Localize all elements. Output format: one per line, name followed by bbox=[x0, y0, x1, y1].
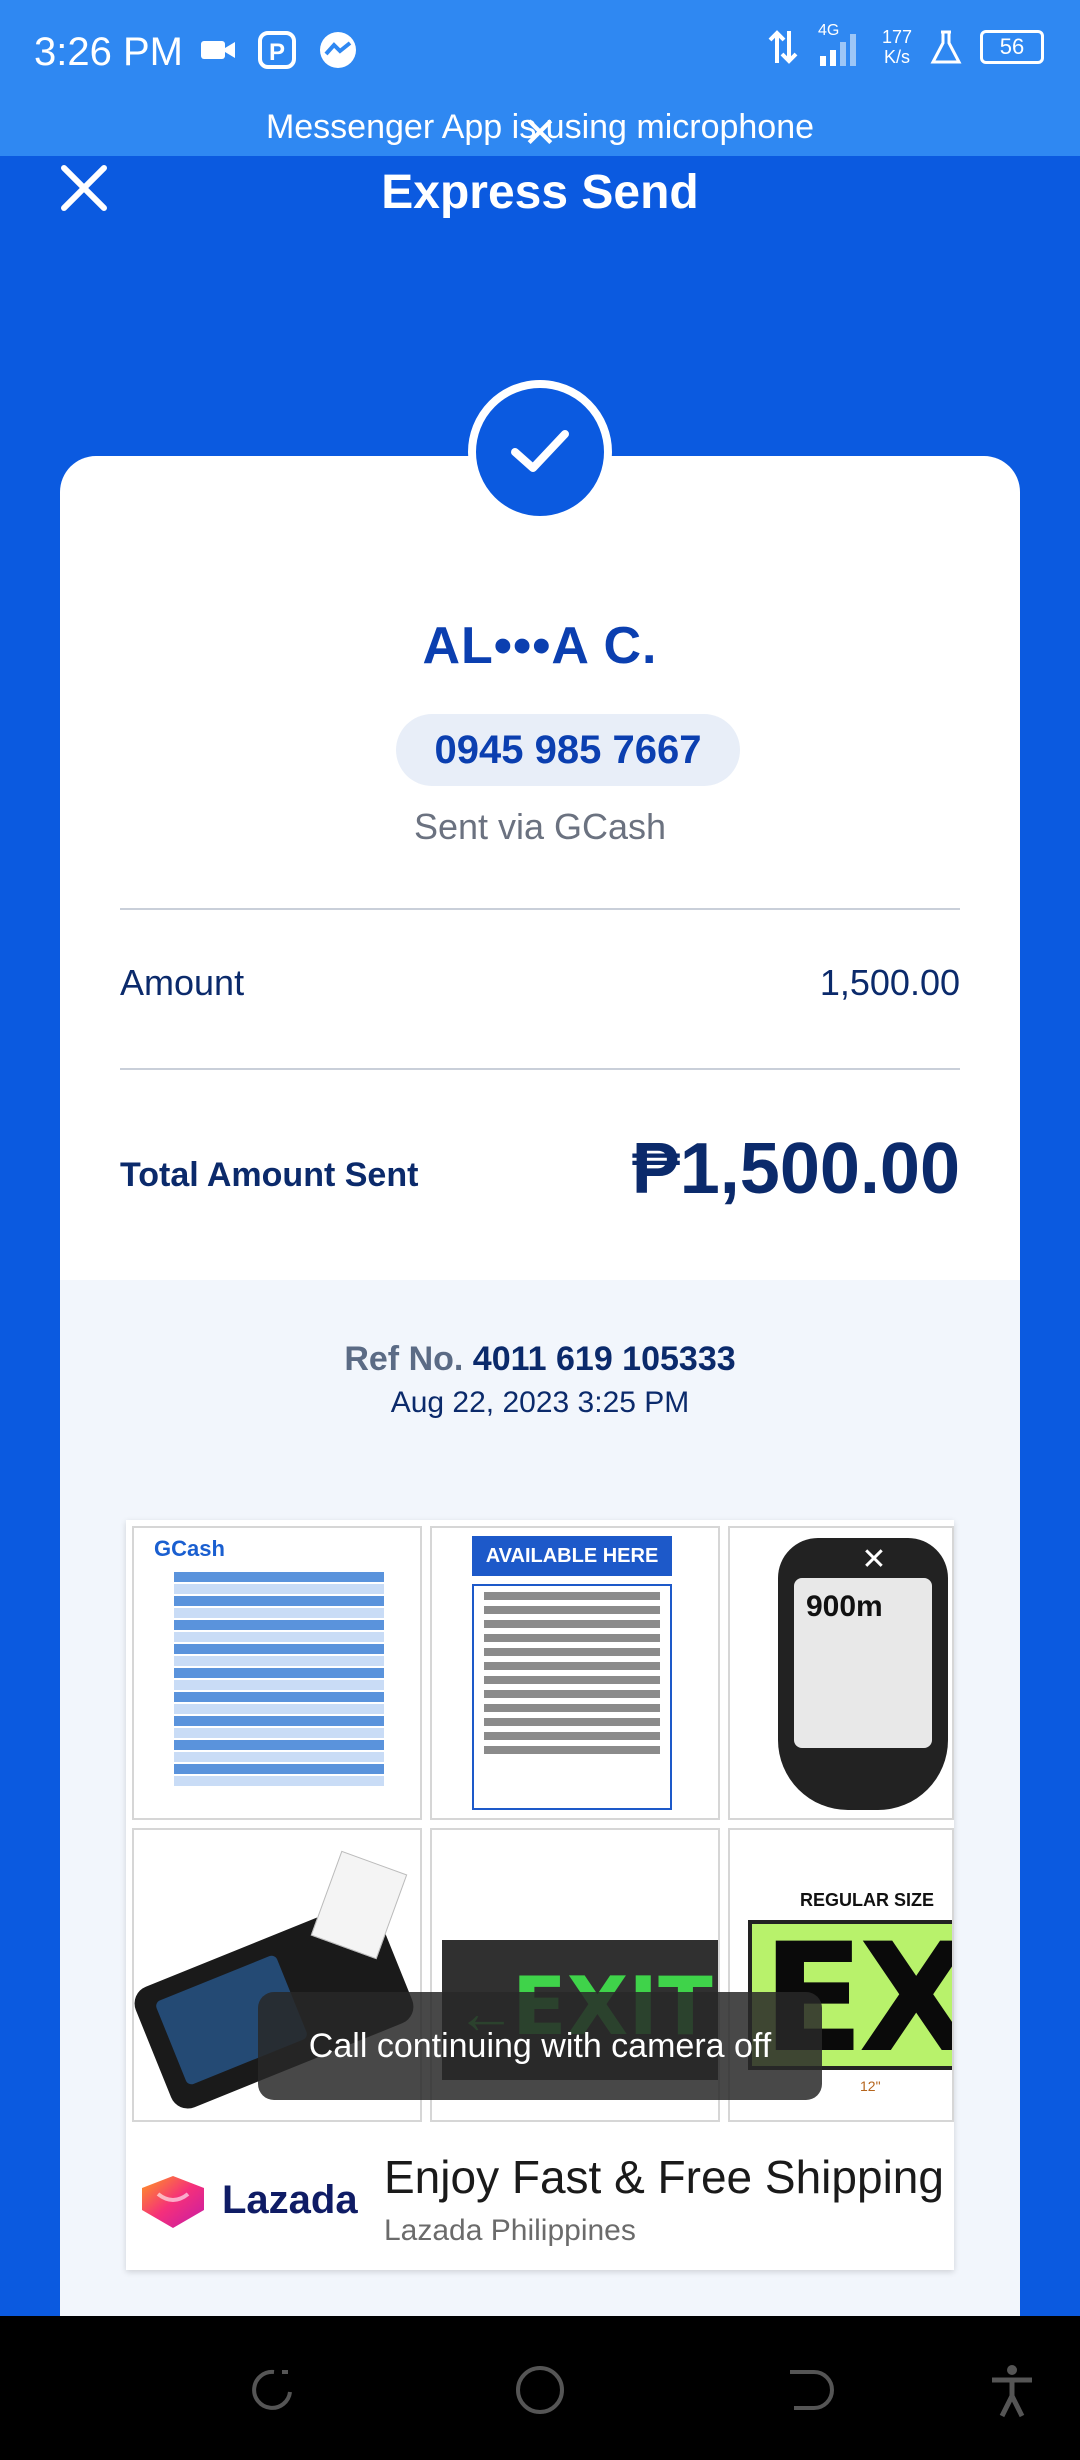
flask-icon bbox=[930, 30, 962, 64]
video-camera-icon bbox=[201, 41, 235, 59]
amount-value: 1,500.00 bbox=[819, 962, 960, 1003]
network-speed-unit: K/s bbox=[883, 47, 910, 67]
data-transfer-icon bbox=[768, 30, 798, 64]
home-icon[interactable] bbox=[512, 2362, 568, 2418]
tile-available-title: AVAILABLE HERE bbox=[472, 1536, 672, 1576]
status-system-icons: 4G 177 K/s 56 bbox=[768, 22, 1044, 68]
ad-advertiser: Lazada Philippines bbox=[384, 2214, 636, 2247]
success-check-icon bbox=[468, 380, 612, 524]
network-speed: 177 K/s bbox=[882, 27, 912, 67]
accessibility-icon[interactable] bbox=[984, 2362, 1040, 2418]
back-icon[interactable] bbox=[780, 2362, 836, 2418]
status-bar: 3:26 PM P 4G 177 K/s 56 bbox=[0, 0, 1080, 108]
ad-close-icon[interactable]: ✕ bbox=[858, 1544, 890, 1576]
ad-tile-gcash-fees[interactable]: GCash bbox=[132, 1526, 422, 1820]
banner-close-icon[interactable]: ✕ bbox=[0, 108, 1080, 157]
fee-table-image bbox=[472, 1584, 672, 1810]
tile-gcash-title: GCash bbox=[154, 1536, 225, 1561]
lazada-brand-name: Lazada bbox=[222, 2178, 358, 2222]
status-time: 3:26 PM bbox=[34, 30, 183, 74]
exit-sign-dimension: 12" bbox=[860, 2078, 881, 2094]
battery-icon: 56 bbox=[980, 30, 1044, 64]
amount-label: Amount bbox=[120, 962, 245, 1003]
ref-label: Ref No. bbox=[344, 1340, 464, 1378]
ad-footer[interactable]: Lazada Enjoy Fast & Free Shipping Lazada… bbox=[126, 2130, 954, 2270]
reference-section: Ref No. 4011 619 105333 Aug 22, 2023 3:2… bbox=[60, 1280, 1020, 2336]
navigation-bar bbox=[0, 2316, 1080, 2460]
recents-icon[interactable] bbox=[244, 2362, 300, 2418]
recipient-phone-number: 0945 985 7667 bbox=[396, 714, 740, 786]
sent-via-label: Sent via GCash bbox=[413, 806, 667, 847]
device-readout: 900m bbox=[806, 1590, 883, 1623]
ad-tile-bike-computer[interactable]: 900m ✕ bbox=[728, 1526, 954, 1820]
transaction-date: Aug 22, 2023 3:25 PM bbox=[390, 1386, 690, 1419]
recipient-name: AL•••A C. bbox=[422, 617, 658, 675]
page-title: Express Send bbox=[381, 166, 699, 219]
call-status-toast: Call continuing with camera off bbox=[258, 1992, 822, 2100]
reference-line: Ref No. 4011 619 105333 bbox=[60, 1340, 1020, 1379]
total-amount-label: Total Amount Sent bbox=[120, 1156, 419, 1194]
messenger-icon bbox=[320, 32, 356, 68]
ref-number[interactable]: 4011 619 105333 bbox=[473, 1340, 736, 1378]
total-amount-value: ₱1,500.00 bbox=[631, 1129, 960, 1209]
ad-tile-available-here[interactable]: AVAILABLE HERE bbox=[430, 1526, 720, 1820]
microphone-in-use-banner: Messenger App is using microphone ✕ bbox=[0, 108, 1080, 156]
divider bbox=[120, 908, 960, 910]
fee-table-image bbox=[174, 1572, 384, 1788]
bike-computer-image: 900m bbox=[778, 1538, 948, 1810]
lazada-ad[interactable]: GCash AVAILABLE HERE 900m ✕ REGULAR SIZE… bbox=[126, 1520, 954, 2270]
divider bbox=[120, 1068, 960, 1070]
ad-headline: Enjoy Fast & Free Shipping bbox=[384, 2151, 944, 2203]
regular-size-caption: REGULAR SIZE bbox=[800, 1890, 935, 1910]
signal-icon: 4G bbox=[816, 22, 864, 68]
network-speed-value: 177 bbox=[881, 27, 912, 47]
parking-app-icon: P bbox=[258, 31, 296, 69]
lazada-logo-icon bbox=[142, 2176, 204, 2228]
svg-text:P: P bbox=[269, 39, 285, 66]
status-notification-icons: P bbox=[200, 30, 358, 70]
